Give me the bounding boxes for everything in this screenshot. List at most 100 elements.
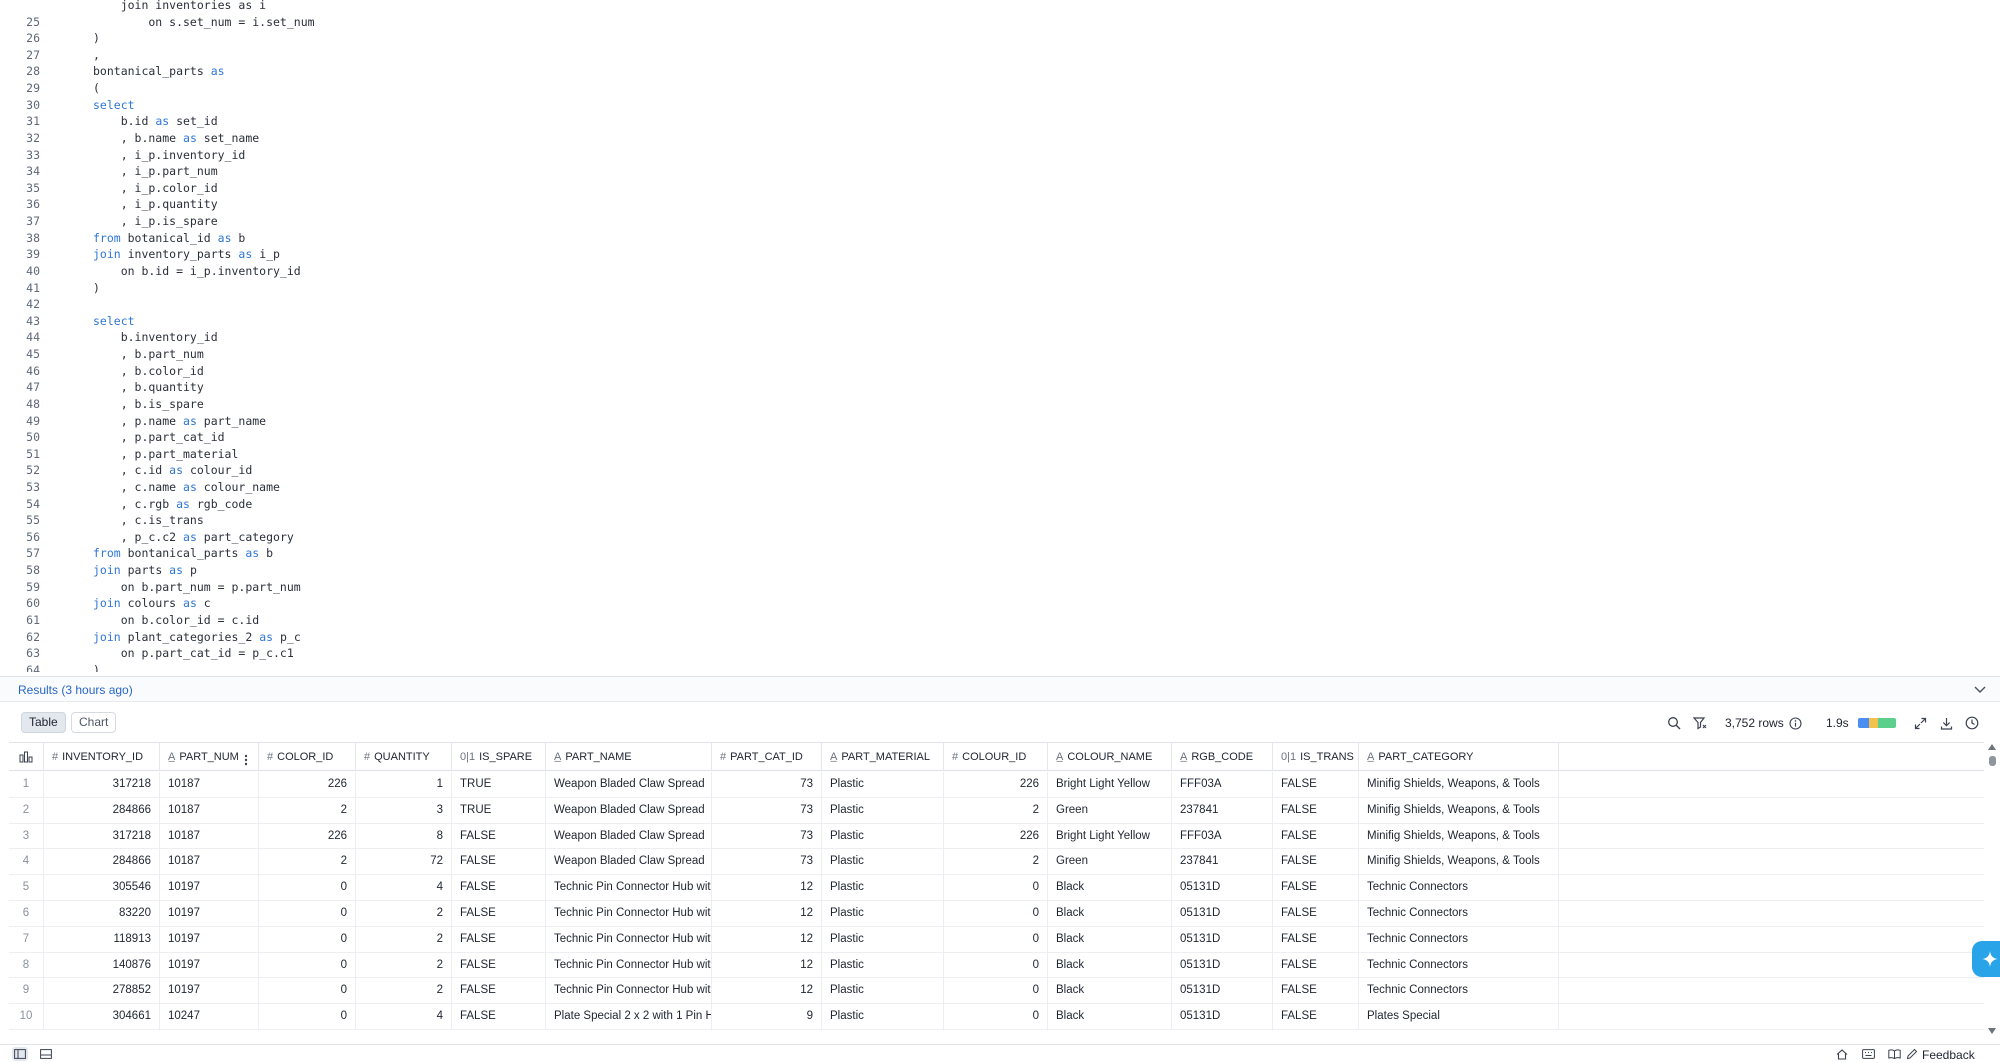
column-header-colour-id[interactable]: # COLOUR_ID xyxy=(944,743,1048,770)
code-line[interactable]: 36 , i_p.quantity xyxy=(0,196,2000,213)
table-cell[interactable]: Technic Connectors xyxy=(1359,901,1559,926)
table-cell[interactable]: FALSE xyxy=(452,823,546,849)
table-cell[interactable]: 12 xyxy=(712,901,822,926)
table-row[interactable]: 5 305546 10197 0 4 FALSE Technic Pin Connector… xyxy=(9,875,1984,901)
table-cell[interactable]: 118913 xyxy=(44,926,160,952)
table-cell[interactable]: Bright Light Yellow xyxy=(1048,823,1172,849)
table-row[interactable]: 7 118913 10197 0 2 FALSE Technic Pin Connector… xyxy=(9,926,1984,953)
code-line[interactable]: 42 xyxy=(0,296,2000,313)
table-cell[interactable]: 10197 xyxy=(160,926,259,952)
table-cell[interactable]: Black xyxy=(1048,926,1172,952)
table-cell[interactable]: 73 xyxy=(712,823,822,849)
code-line[interactable]: 47 , b.quantity xyxy=(0,379,2000,396)
table-cell[interactable]: 0 xyxy=(259,952,356,978)
table-cell[interactable]: FFF03A xyxy=(1172,823,1273,849)
table-cell[interactable]: Technic Connectors xyxy=(1359,952,1559,978)
table-cell[interactable]: Black xyxy=(1048,1004,1172,1029)
code-line[interactable]: 49 , p.name as part_name xyxy=(0,413,2000,430)
scroll-down-arrow-icon[interactable] xyxy=(1988,1028,1996,1034)
table-cell[interactable]: Plastic xyxy=(822,797,944,823)
table-cell[interactable]: 2 xyxy=(356,952,452,978)
column-header-colour-name[interactable]: A̲ COLOUR_NAME xyxy=(1048,743,1172,770)
table-cell[interactable]: FALSE xyxy=(452,901,546,926)
table-cell[interactable]: Technic Connectors xyxy=(1359,978,1559,1004)
table-cell[interactable]: 0 xyxy=(944,901,1048,926)
column-menu-icon[interactable] xyxy=(240,750,252,766)
table-cell[interactable]: TRUE xyxy=(452,772,546,797)
code-line[interactable]: 56 , p_c.c2 as part_category xyxy=(0,529,2000,546)
tab-chart[interactable]: Chart xyxy=(71,712,117,733)
table-cell[interactable]: FALSE xyxy=(1273,901,1359,926)
table-cell[interactable]: 4 xyxy=(356,1004,452,1029)
results-title[interactable]: Results (3 hours ago) xyxy=(18,683,133,697)
table-cell[interactable]: Plastic xyxy=(822,926,944,952)
table-cell[interactable]: FALSE xyxy=(1273,926,1359,952)
table-cell[interactable]: Black xyxy=(1048,875,1172,900)
column-header-part-cat-id[interactable]: # PART_CAT_ID xyxy=(712,743,822,770)
table-cell[interactable]: 226 xyxy=(944,772,1048,797)
table-cell[interactable]: Weapon Bladed Claw Spread xyxy=(546,823,712,849)
table-cell[interactable]: 0 xyxy=(944,875,1048,900)
download-results-button[interactable] xyxy=(1937,714,1955,732)
table-cell[interactable]: Weapon Bladed Claw Spread xyxy=(546,849,712,875)
expand-results-button[interactable] xyxy=(1911,714,1929,732)
table-cell[interactable]: 05131D xyxy=(1172,1004,1273,1029)
table-cell[interactable]: 226 xyxy=(259,823,356,849)
table-cell[interactable]: 4 xyxy=(356,875,452,900)
table-cell[interactable]: FFF03A xyxy=(1172,772,1273,797)
table-cell[interactable]: Minifig Shields, Weapons, & Tools xyxy=(1359,772,1559,797)
table-cell[interactable]: Technic Pin Connector Hub with 2 Perpend… xyxy=(546,952,712,978)
table-cell[interactable]: Minifig Shields, Weapons, & Tools xyxy=(1359,797,1559,823)
row-count-info-button[interactable] xyxy=(1786,714,1804,732)
table-cell[interactable]: Technic Connectors xyxy=(1359,875,1559,900)
table-cell[interactable]: FALSE xyxy=(452,849,546,875)
code-line[interactable]: 60 join colours as c xyxy=(0,595,2000,612)
table-cell[interactable]: 237841 xyxy=(1172,849,1273,875)
table-row[interactable]: 3 317218 10187 226 8 FALSE Weapon Bladed Claw … xyxy=(9,823,1984,850)
table-cell[interactable]: Black xyxy=(1048,952,1172,978)
table-row[interactable]: 9 278852 10197 0 2 FALSE Technic Pin Connector… xyxy=(9,978,1984,1005)
column-header-quantity[interactable]: # QUANTITY xyxy=(356,743,452,770)
column-header-part-name[interactable]: A̲ PART_NAME xyxy=(546,743,712,770)
column-header-is-spare[interactable]: 0|1 IS_SPARE xyxy=(452,743,546,770)
table-cell[interactable]: 2 xyxy=(944,797,1048,823)
table-cell[interactable]: 05131D xyxy=(1172,901,1273,926)
code-line[interactable]: 50 , p.part_cat_id xyxy=(0,429,2000,446)
table-cell[interactable]: FALSE xyxy=(1273,952,1359,978)
table-cell[interactable]: 12 xyxy=(712,926,822,952)
table-cell[interactable]: 284866 xyxy=(44,849,160,875)
feedback-icon-wrap[interactable] xyxy=(1904,1047,1920,1061)
column-header-color-id[interactable]: # COLOR_ID xyxy=(259,743,356,770)
column-header-rgb-code[interactable]: A̲ RGB_CODE xyxy=(1172,743,1273,770)
results-table[interactable]: # INVENTORY_ID A̲ PART_NUM # COLOR_ID # QUANTIT… xyxy=(9,742,1984,1042)
table-row[interactable]: 10 304661 10247 0 4 FALSE Plate Special 2 x 2 … xyxy=(9,1004,1984,1030)
table-cell[interactable]: FALSE xyxy=(452,1004,546,1029)
table-cell[interactable]: 10197 xyxy=(160,952,259,978)
code-line[interactable]: 61 on b.color_id = c.id xyxy=(0,612,2000,629)
table-cell[interactable]: 10187 xyxy=(160,823,259,849)
scroll-up-arrow-icon[interactable] xyxy=(1988,744,1996,750)
table-cell[interactable]: FALSE xyxy=(1273,978,1359,1004)
code-line[interactable]: 55 , c.is_trans xyxy=(0,512,2000,529)
ai-assistant-button[interactable] xyxy=(1972,941,2000,977)
table-cell[interactable]: Plate Special 2 x 2 with 1 Pin Hole [Com… xyxy=(546,1004,712,1029)
table-cell[interactable]: 0 xyxy=(259,1004,356,1029)
toggle-sidebar-button[interactable] xyxy=(12,1047,28,1061)
column-header-part-num[interactable]: A̲ PART_NUM xyxy=(160,743,259,770)
table-cell[interactable]: 0 xyxy=(259,978,356,1004)
table-cell[interactable]: FALSE xyxy=(452,978,546,1004)
column-stats-button[interactable] xyxy=(9,743,44,770)
table-cell[interactable]: FALSE xyxy=(1273,875,1359,900)
code-line[interactable]: 44 b.inventory_id xyxy=(0,329,2000,346)
docs-button[interactable] xyxy=(1886,1047,1902,1061)
tab-table[interactable]: Table xyxy=(21,712,66,733)
scrollbar-thumb[interactable] xyxy=(1989,756,1996,766)
code-line[interactable]: 64) xyxy=(0,662,2000,672)
code-line[interactable]: 62 join plant_categories_2 as p_c xyxy=(0,629,2000,646)
table-cell[interactable]: 226 xyxy=(259,772,356,797)
query-history-button[interactable] xyxy=(1963,714,1981,732)
table-cell[interactable]: Technic Pin Connector Hub with 2 Perpend… xyxy=(546,926,712,952)
table-cell[interactable]: TRUE xyxy=(452,797,546,823)
table-cell[interactable]: 10197 xyxy=(160,978,259,1004)
table-cell[interactable]: 2 xyxy=(356,901,452,926)
